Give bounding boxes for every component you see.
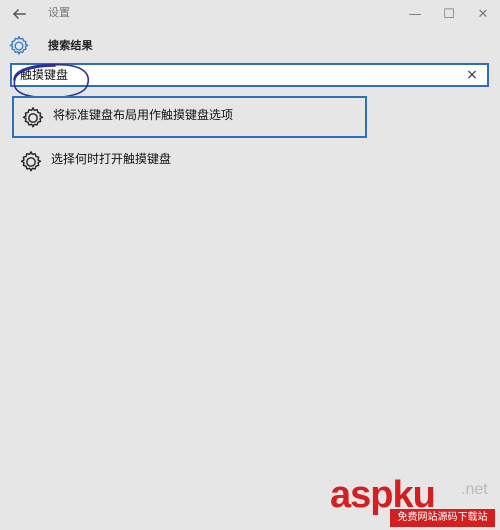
back-arrow-icon: [13, 9, 26, 19]
window-controls: — ☐ ✕: [398, 0, 500, 28]
close-button[interactable]: ✕: [466, 0, 500, 28]
search-field[interactable]: ×: [10, 63, 489, 87]
gear-icon: [21, 106, 45, 130]
title-bar: 设置 — ☐ ✕: [0, 0, 500, 28]
settings-gear-icon: [8, 35, 30, 57]
window-title: 设置: [48, 6, 70, 19]
search-input[interactable]: [20, 65, 450, 85]
settings-window: 设置 — ☐ ✕ 搜索结果 × 将标: [0, 0, 500, 530]
watermark-domain-suffix: .net: [461, 481, 488, 498]
minimize-button[interactable]: —: [398, 0, 432, 28]
result-label: 将标准键盘布局用作触摸键盘选项: [53, 108, 234, 122]
watermark-logo-text: aspku: [330, 474, 436, 516]
result-choose-when-open-touch-keyboard[interactable]: 选择何时打开触摸键盘: [12, 142, 367, 184]
result-label: 选择何时打开触摸键盘: [51, 152, 172, 166]
page-title: 搜索结果: [48, 39, 93, 52]
maximize-button[interactable]: ☐: [432, 0, 466, 28]
page-header: 搜索结果: [8, 34, 93, 58]
back-button[interactable]: [10, 6, 28, 22]
site-watermark: aspku .net 免费网站源码下载站: [330, 474, 500, 530]
gear-icon: [19, 150, 43, 174]
clear-search-button[interactable]: ×: [465, 65, 479, 85]
result-use-standard-keyboard-layout[interactable]: 将标准键盘布局用作触摸键盘选项: [12, 96, 367, 138]
watermark-subtitle: 免费网站源码下载站: [390, 509, 495, 527]
